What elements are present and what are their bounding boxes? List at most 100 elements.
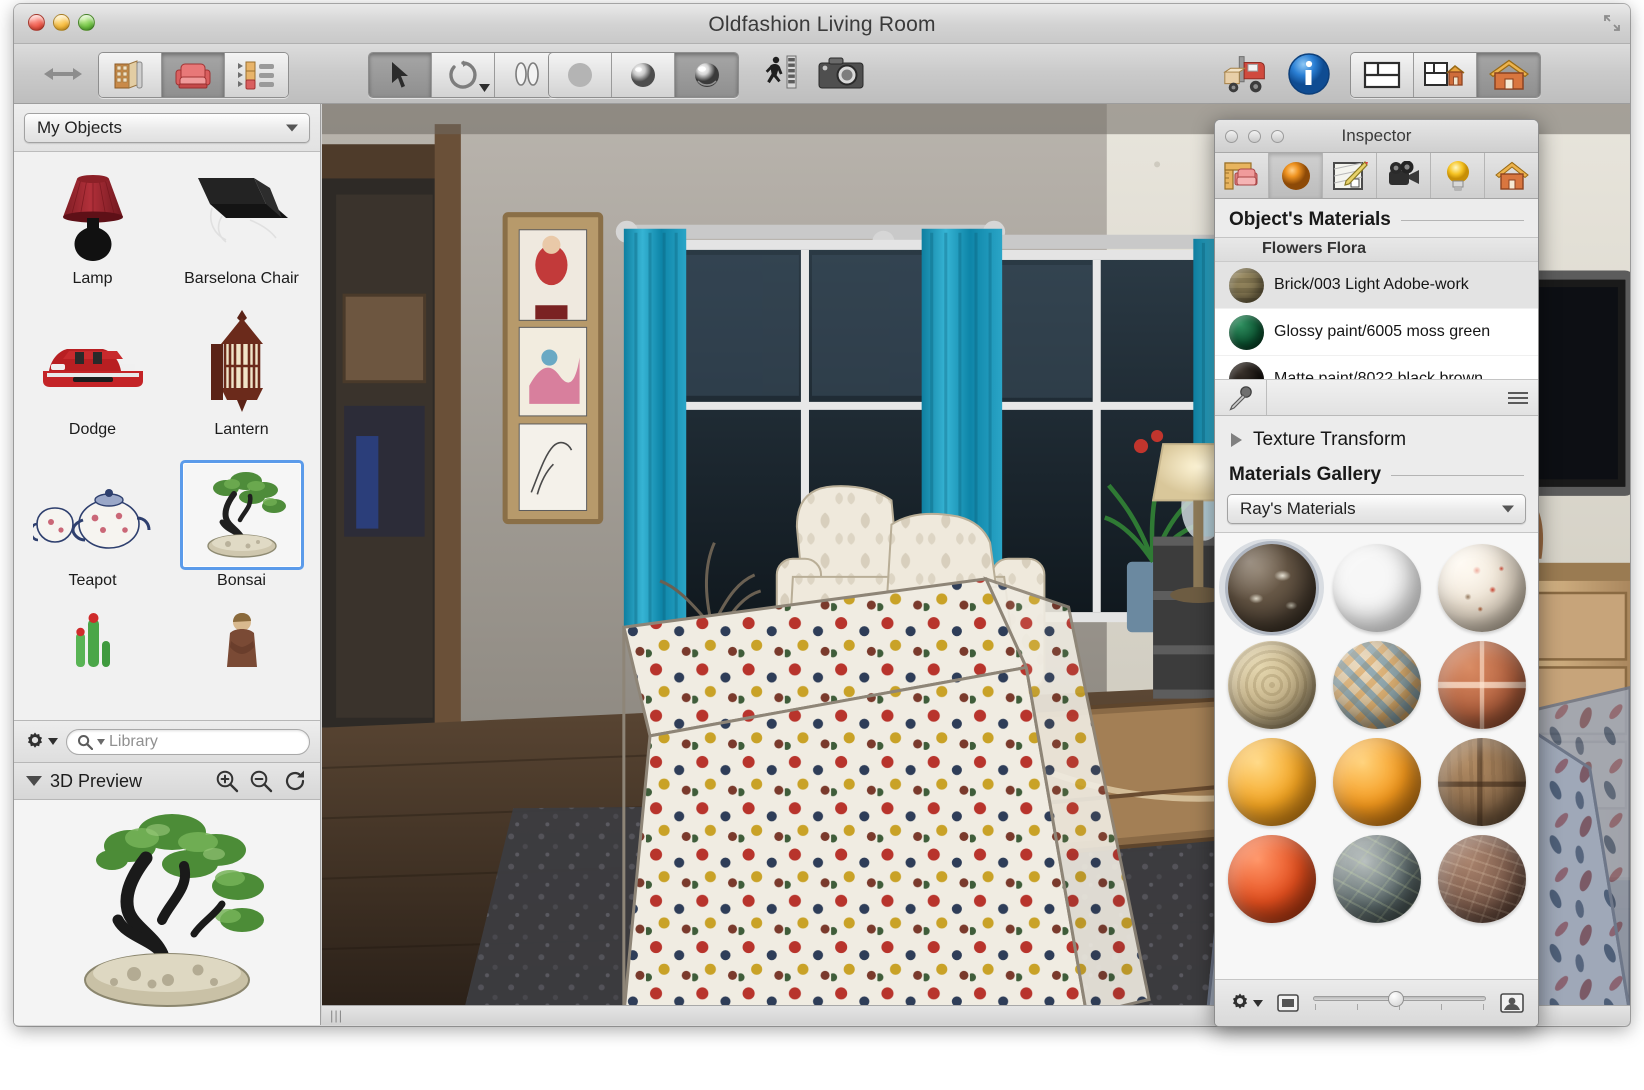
toolbar-button-walkthrough[interactable] [754, 52, 808, 96]
eyedropper-icon [1228, 385, 1254, 411]
material-row[interactable]: Brick/003 Light Adobe-work [1215, 262, 1538, 309]
fullscreen-icon[interactable] [1603, 14, 1621, 32]
gallery-swatch-m12[interactable] [1429, 830, 1534, 927]
materials-gallery-header: Materials Gallery [1215, 462, 1538, 492]
inspector-panel: Inspector [1214, 119, 1539, 1027]
slider-knob[interactable] [1388, 991, 1404, 1007]
gallery-swatch-m1[interactable] [1219, 539, 1324, 636]
material-ball [1333, 738, 1421, 826]
object-item-lantern[interactable]: Lantern [167, 309, 316, 460]
toolbar-button-rotate[interactable] [432, 53, 495, 97]
toolbar-button-import-objects[interactable] [1220, 52, 1274, 96]
material-ball [1228, 835, 1316, 923]
gallery-swatch-m4[interactable] [1219, 636, 1324, 733]
gallery-swatch-m3[interactable] [1429, 539, 1534, 636]
toolbar-button-3d-view[interactable] [1477, 53, 1540, 97]
lamp-thumb [31, 158, 155, 268]
gallery-swatch-m5[interactable] [1324, 636, 1429, 733]
gallery-swatch-m6[interactable] [1429, 636, 1534, 733]
viewport-scroll-grip[interactable]: ||| [330, 1008, 343, 1023]
tab-light[interactable] [1431, 153, 1485, 198]
tab-building[interactable] [1485, 153, 1538, 198]
large-thumb-icon[interactable] [1500, 993, 1524, 1013]
inspector-minimize-button[interactable] [1248, 130, 1261, 143]
preview-3d-canvas[interactable] [14, 800, 320, 1025]
material-swatch [1229, 362, 1264, 381]
gallery-swatch-m7[interactable] [1219, 733, 1324, 830]
object-item-lamp[interactable]: Lamp [18, 158, 167, 309]
thumbnail-size-slider[interactable] [1313, 989, 1486, 1017]
lightbulb-icon [1444, 159, 1472, 193]
toolbar-button-split-view[interactable] [1414, 53, 1477, 97]
material-row[interactable]: Glossy paint/6005 moss green [1215, 309, 1538, 356]
material-row[interactable]: Matte paint/8022 black brown [1215, 356, 1538, 380]
small-thumb-icon[interactable] [1277, 994, 1299, 1012]
object-item-person[interactable] [167, 611, 316, 720]
tab-materials[interactable] [1269, 153, 1323, 198]
hamburger-menu-icon[interactable] [1508, 392, 1528, 404]
inspector-bottom-bar [1215, 980, 1538, 1026]
gallery-swatch-m11[interactable] [1324, 830, 1429, 927]
object-item-cactus[interactable] [18, 611, 167, 720]
objects-materials-title: Object's Materials [1229, 209, 1391, 231]
gallery-action-gear-button[interactable] [1229, 992, 1263, 1014]
chevron-down-icon [1502, 506, 1514, 513]
eyedropper-button[interactable] [1215, 380, 1267, 415]
library-category-popup[interactable]: My Objects [24, 113, 310, 143]
library-category-value: My Objects [37, 118, 122, 138]
toolbar-button-glossy-render[interactable] [675, 53, 738, 97]
triangle-right-icon[interactable] [1231, 433, 1242, 447]
gear-icon [1229, 992, 1251, 1014]
objects-materials-list[interactable]: Flowers Flora Brick/003 Light Adobe-work… [1215, 237, 1538, 380]
object-item-dodge[interactable]: Dodge [18, 309, 167, 460]
slider-track[interactable] [1313, 996, 1486, 1001]
toolbar-button-flat-shading[interactable] [549, 53, 612, 97]
chevron-down-icon [97, 739, 105, 745]
object-item-teapot[interactable]: Teapot [18, 460, 167, 611]
inspector-zoom-button[interactable] [1271, 130, 1284, 143]
material-group-header: Flowers Flora [1215, 238, 1538, 262]
texture-transform-row[interactable]: Texture Transform [1215, 416, 1538, 462]
material-ball [1438, 544, 1526, 632]
library-search-input[interactable]: Library [66, 729, 310, 755]
pencil-canvas-icon [1332, 160, 1368, 192]
toolbar-button-shaded[interactable] [612, 53, 675, 97]
library-action-bar: Library [14, 720, 320, 762]
gear-icon [24, 731, 46, 753]
polka-dot-sofa [624, 579, 1149, 1015]
toolbar-button-floor-plan[interactable] [99, 53, 162, 97]
triangle-down-icon[interactable] [26, 776, 42, 786]
zoom-in-icon[interactable] [214, 768, 240, 794]
chevron-down-icon [48, 738, 58, 745]
barselona-chair-thumb [180, 158, 304, 268]
tab-camera[interactable] [1377, 153, 1431, 198]
toolbar-button-select[interactable] [369, 53, 432, 97]
inspector-close-button[interactable] [1225, 130, 1238, 143]
object-item-barselona-chair[interactable]: Barselona Chair [167, 158, 316, 309]
gallery-swatch-m8[interactable] [1324, 733, 1429, 830]
chevron-down-icon [479, 84, 490, 92]
tab-object[interactable] [1215, 153, 1269, 198]
bonsai-preview-model [42, 808, 292, 1018]
rotate-reset-icon[interactable] [282, 768, 308, 794]
object-label: Lamp [72, 270, 112, 288]
toolbar-button-plan-view[interactable] [1351, 53, 1414, 97]
material-ball [1333, 835, 1421, 923]
gallery-collection-popup[interactable]: Ray's Materials [1227, 494, 1526, 524]
gallery-swatch-m2[interactable] [1324, 539, 1429, 636]
gallery-swatch-m10[interactable] [1219, 830, 1324, 927]
toolbar-button-furniture[interactable] [162, 53, 225, 97]
toolbar-button-camera[interactable] [814, 52, 868, 96]
toolbar-button-info[interactable] [1282, 52, 1336, 96]
materials-gallery-grid [1215, 532, 1538, 980]
material-ball [1333, 641, 1421, 729]
material-name: Matte paint/8022 black brown [1274, 370, 1483, 380]
tab-texture-edit[interactable] [1323, 153, 1377, 198]
library-action-gear-button[interactable] [24, 731, 58, 753]
resize-tool-icon[interactable] [36, 52, 90, 96]
gallery-collection-wrap: Ray's Materials [1215, 492, 1538, 532]
toolbar-button-project-tree[interactable] [225, 53, 288, 97]
object-item-bonsai[interactable]: Bonsai [167, 460, 316, 611]
gallery-swatch-m9[interactable] [1429, 733, 1534, 830]
zoom-out-icon[interactable] [248, 768, 274, 794]
